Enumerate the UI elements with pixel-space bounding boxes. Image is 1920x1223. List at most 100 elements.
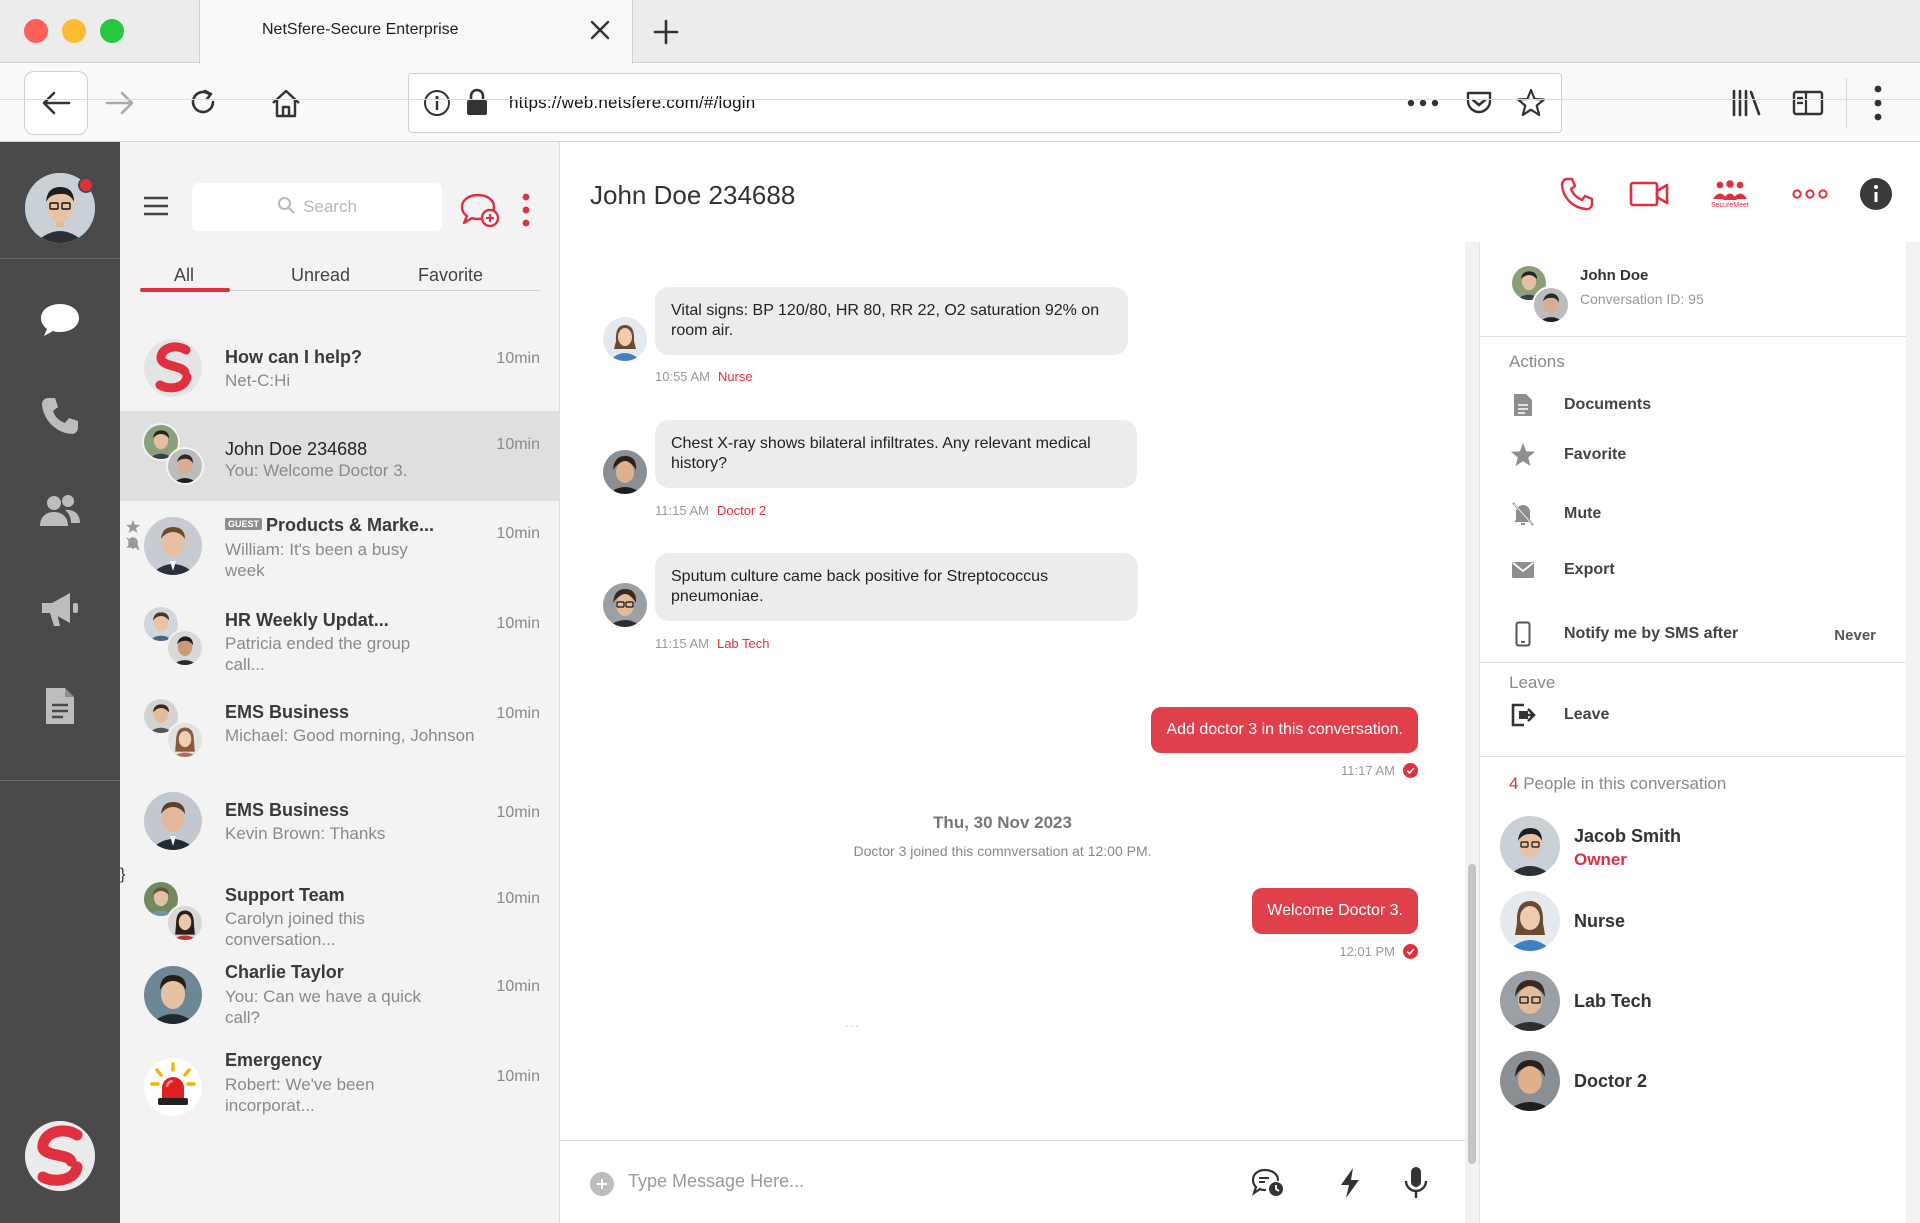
more-options-icon[interactable] [1790, 172, 1830, 216]
sidebar-toggle-icon[interactable] [1784, 79, 1832, 127]
new-tab-plus-icon[interactable] [646, 12, 686, 52]
message-time: 12:01 PM [1339, 944, 1395, 959]
reload-icon[interactable] [180, 79, 228, 127]
window-minimize-button[interactable] [62, 19, 86, 43]
action-notify-sms[interactable]: Notify me by SMS after Never [1480, 613, 1906, 653]
conversation-name: John Doe 234688 [225, 439, 368, 459]
pocket-icon[interactable] [1463, 87, 1495, 119]
message-sender: Doctor 2 [716, 503, 767, 518]
info-icon[interactable] [423, 89, 451, 122]
conversation-preview: William: It's been a busy week [225, 540, 408, 580]
scheduled-message-icon[interactable] [1248, 1160, 1288, 1206]
action-leave[interactable]: Leave [1480, 694, 1906, 734]
participant-item[interactable]: Nurse [1480, 891, 1906, 955]
conversation-preview: Michael: Good morning, Johnson [225, 726, 475, 745]
home-icon[interactable] [262, 79, 310, 127]
composer-divider [560, 1140, 1465, 1141]
group-avatar [1510, 264, 1570, 324]
securemeet-icon[interactable]: SecureMeet [1700, 172, 1760, 216]
conversation-item[interactable]: GUEST Products & Marke... William: It's b… [120, 501, 560, 591]
browser-menu-icon[interactable] [1854, 79, 1902, 127]
microphone-icon[interactable] [1396, 1160, 1436, 1206]
browser-tab[interactable]: NetSfere-Secure Enterprise [199, 0, 633, 64]
new-chat-icon[interactable] [459, 190, 501, 230]
chat-header-divider [0, 99, 1920, 100]
conversation-item[interactable]: Support Team Carolyn joined this convers… [120, 866, 560, 956]
library-icon[interactable] [1722, 79, 1770, 127]
document-icon[interactable] [36, 682, 84, 730]
forward-arrow-icon[interactable] [96, 79, 144, 127]
search-input[interactable]: Search [192, 183, 442, 231]
tab-title: NetSfere-Secure Enterprise [262, 21, 459, 38]
info-scrollbar[interactable] [1906, 242, 1920, 1223]
conversation-item[interactable]: HR Weekly Updat... Patricia ended the gr… [120, 591, 560, 681]
scrollbar-thumb[interactable] [1468, 864, 1476, 1164]
address-bar[interactable]: https://web.netsfere.com/#/login [408, 73, 1562, 133]
close-icon[interactable] [584, 14, 616, 46]
message-sender: Nurse [717, 369, 753, 384]
netsfere-logo[interactable] [25, 1121, 95, 1191]
action-favorite[interactable]: Favorite [1480, 434, 1906, 474]
participant-item[interactable]: Lab Tech [1480, 971, 1906, 1035]
rail-divider [0, 780, 120, 781]
action-export[interactable]: Export [1480, 549, 1906, 589]
chat-bubble-icon[interactable] [36, 296, 84, 344]
people-heading: 4 People in this conversation [1509, 774, 1726, 794]
list-menu-icon[interactable] [518, 192, 534, 228]
hamburger-menu-icon[interactable] [142, 192, 170, 220]
conversation-time: 10min [496, 890, 540, 907]
conversation-item[interactable]: EMS Business Michael: Good morning, John… [120, 681, 560, 776]
conversation-name: Support Team [225, 885, 345, 905]
conversation-item[interactable]: How can I help? Net-C:Hi 10min [120, 325, 560, 411]
emergency-avatar [144, 1058, 202, 1116]
message-sender: Lab Tech [716, 636, 770, 651]
conversation-id: Conversation ID: 95 [1580, 291, 1704, 307]
back-arrow-icon[interactable] [24, 71, 88, 135]
sender-avatar [603, 317, 647, 361]
participant-item[interactable]: Jacob Smith Owner [1480, 816, 1906, 880]
tab-unread[interactable]: Unread [291, 265, 350, 286]
contacts-icon[interactable] [36, 487, 84, 535]
megaphone-icon[interactable] [36, 585, 84, 633]
bookmark-star-icon[interactable] [1515, 87, 1547, 119]
quick-reply-bolt-icon[interactable] [1330, 1160, 1370, 1206]
participant-name: Lab Tech [1574, 991, 1652, 1011]
message-input[interactable]: Type Message Here... [628, 1171, 804, 1192]
conversation-flags [126, 520, 140, 555]
video-call-icon[interactable] [1626, 172, 1672, 216]
sms-delay-select[interactable]: Never [1834, 627, 1876, 644]
conversation-preview: You: Can we have a quick call? [225, 987, 421, 1027]
url-text: https://web.netsfere.com/#/login [509, 93, 756, 112]
page-actions-icon[interactable] [1405, 87, 1441, 119]
document-icon [1510, 392, 1536, 418]
message-time: 10:55 AM [655, 369, 710, 384]
conversation-item[interactable]: EMS Business Kevin Brown: Thanks 10min [120, 776, 560, 866]
message-time: 11:15 AM [655, 503, 709, 518]
info-icon[interactable] [1856, 172, 1896, 216]
app-nav-rail [0, 142, 120, 1223]
conversation-name: HR Weekly Updat... [225, 610, 389, 630]
action-documents[interactable]: Documents [1480, 384, 1906, 424]
voice-call-icon[interactable] [1554, 172, 1600, 216]
message-meta: 11:15 AM Lab Tech [655, 636, 770, 651]
conversation-item-active[interactable]: John Doe 234688 You: Welcome Doctor 3. 1… [120, 411, 560, 501]
my-message-bubble: Add doctor 3 in this conversation. [1151, 707, 1418, 753]
action-mute[interactable]: Mute [1480, 493, 1906, 533]
phone-icon[interactable] [36, 392, 84, 440]
notification-dot [78, 177, 94, 193]
action-label: Favorite [1564, 446, 1627, 463]
window-close-button[interactable] [24, 19, 48, 43]
conversation-item[interactable]: Charlie Taylor You: Can we have a quick … [120, 956, 560, 1046]
chat-scrollbar[interactable] [1465, 242, 1479, 1223]
participant-item[interactable]: Doctor 2 [1480, 1051, 1906, 1115]
tab-favorite[interactable]: Favorite [418, 265, 483, 286]
conversation-item[interactable]: Emergency Robert: We've been incorporat.… [120, 1046, 560, 1136]
conversation-name: EMS Business [225, 702, 350, 722]
people-heading-text: People in this conversation [1523, 774, 1727, 793]
window-maximize-button[interactable] [100, 19, 124, 43]
conversation-time: 10min [496, 350, 540, 367]
conversation-name: GUEST Products & Marke... [225, 515, 434, 536]
actions-heading: Actions [1509, 352, 1565, 371]
tab-all[interactable]: All [174, 265, 194, 286]
add-attachment-icon[interactable] [590, 1172, 614, 1196]
